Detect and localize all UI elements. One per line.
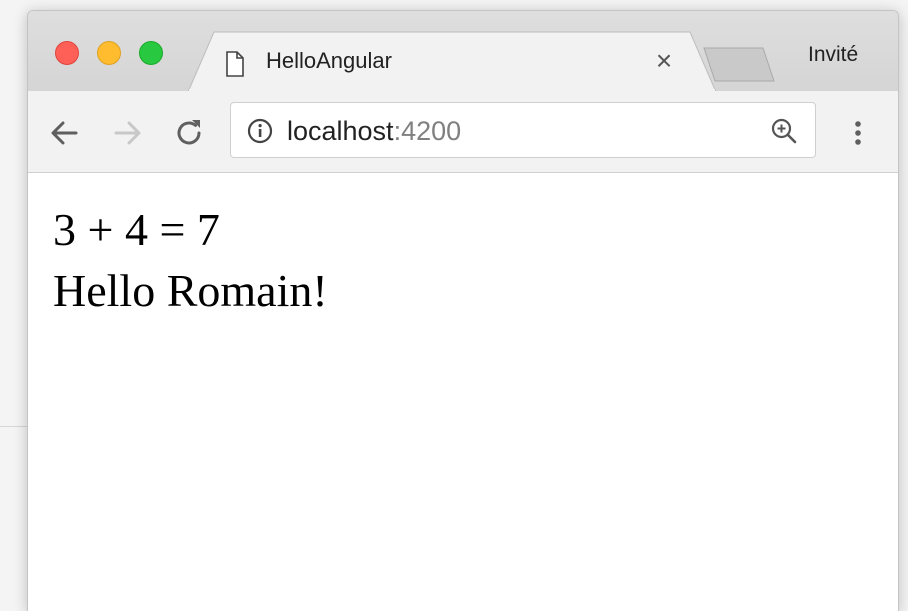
profile-button[interactable]: Invité	[808, 42, 858, 68]
title-bar: HelloAngular × Invité	[28, 11, 898, 93]
tab-strip	[187, 31, 775, 93]
info-icon[interactable]	[247, 118, 273, 144]
document-icon	[226, 51, 244, 77]
new-tab-button[interactable]	[703, 47, 775, 82]
address-bar[interactable]: localhost:4200	[230, 102, 816, 158]
tab-close-icon[interactable]: ×	[650, 47, 678, 75]
more-vert-icon[interactable]	[846, 115, 870, 151]
greeting-text: Hello Romain!	[53, 265, 328, 316]
page-content: 3 + 4 = 7 Hello Romain!	[28, 173, 898, 611]
url-port: :4200	[393, 116, 462, 146]
browser-toolbar: localhost:4200	[28, 91, 898, 173]
reload-icon[interactable]	[171, 115, 207, 151]
browser-window: HelloAngular × Invité localhost:4200 3 +…	[27, 10, 899, 611]
url-host: localhost	[287, 116, 394, 146]
zoom-in-icon[interactable]	[769, 116, 799, 146]
background-divider	[0, 426, 28, 427]
tab-title: HelloAngular	[266, 48, 392, 73]
url-text: localhost:4200	[287, 115, 461, 147]
sum-text: 3 + 4 = 7	[53, 204, 220, 255]
back-arrow-icon[interactable]	[46, 115, 82, 151]
forward-arrow-icon[interactable]	[110, 115, 146, 151]
